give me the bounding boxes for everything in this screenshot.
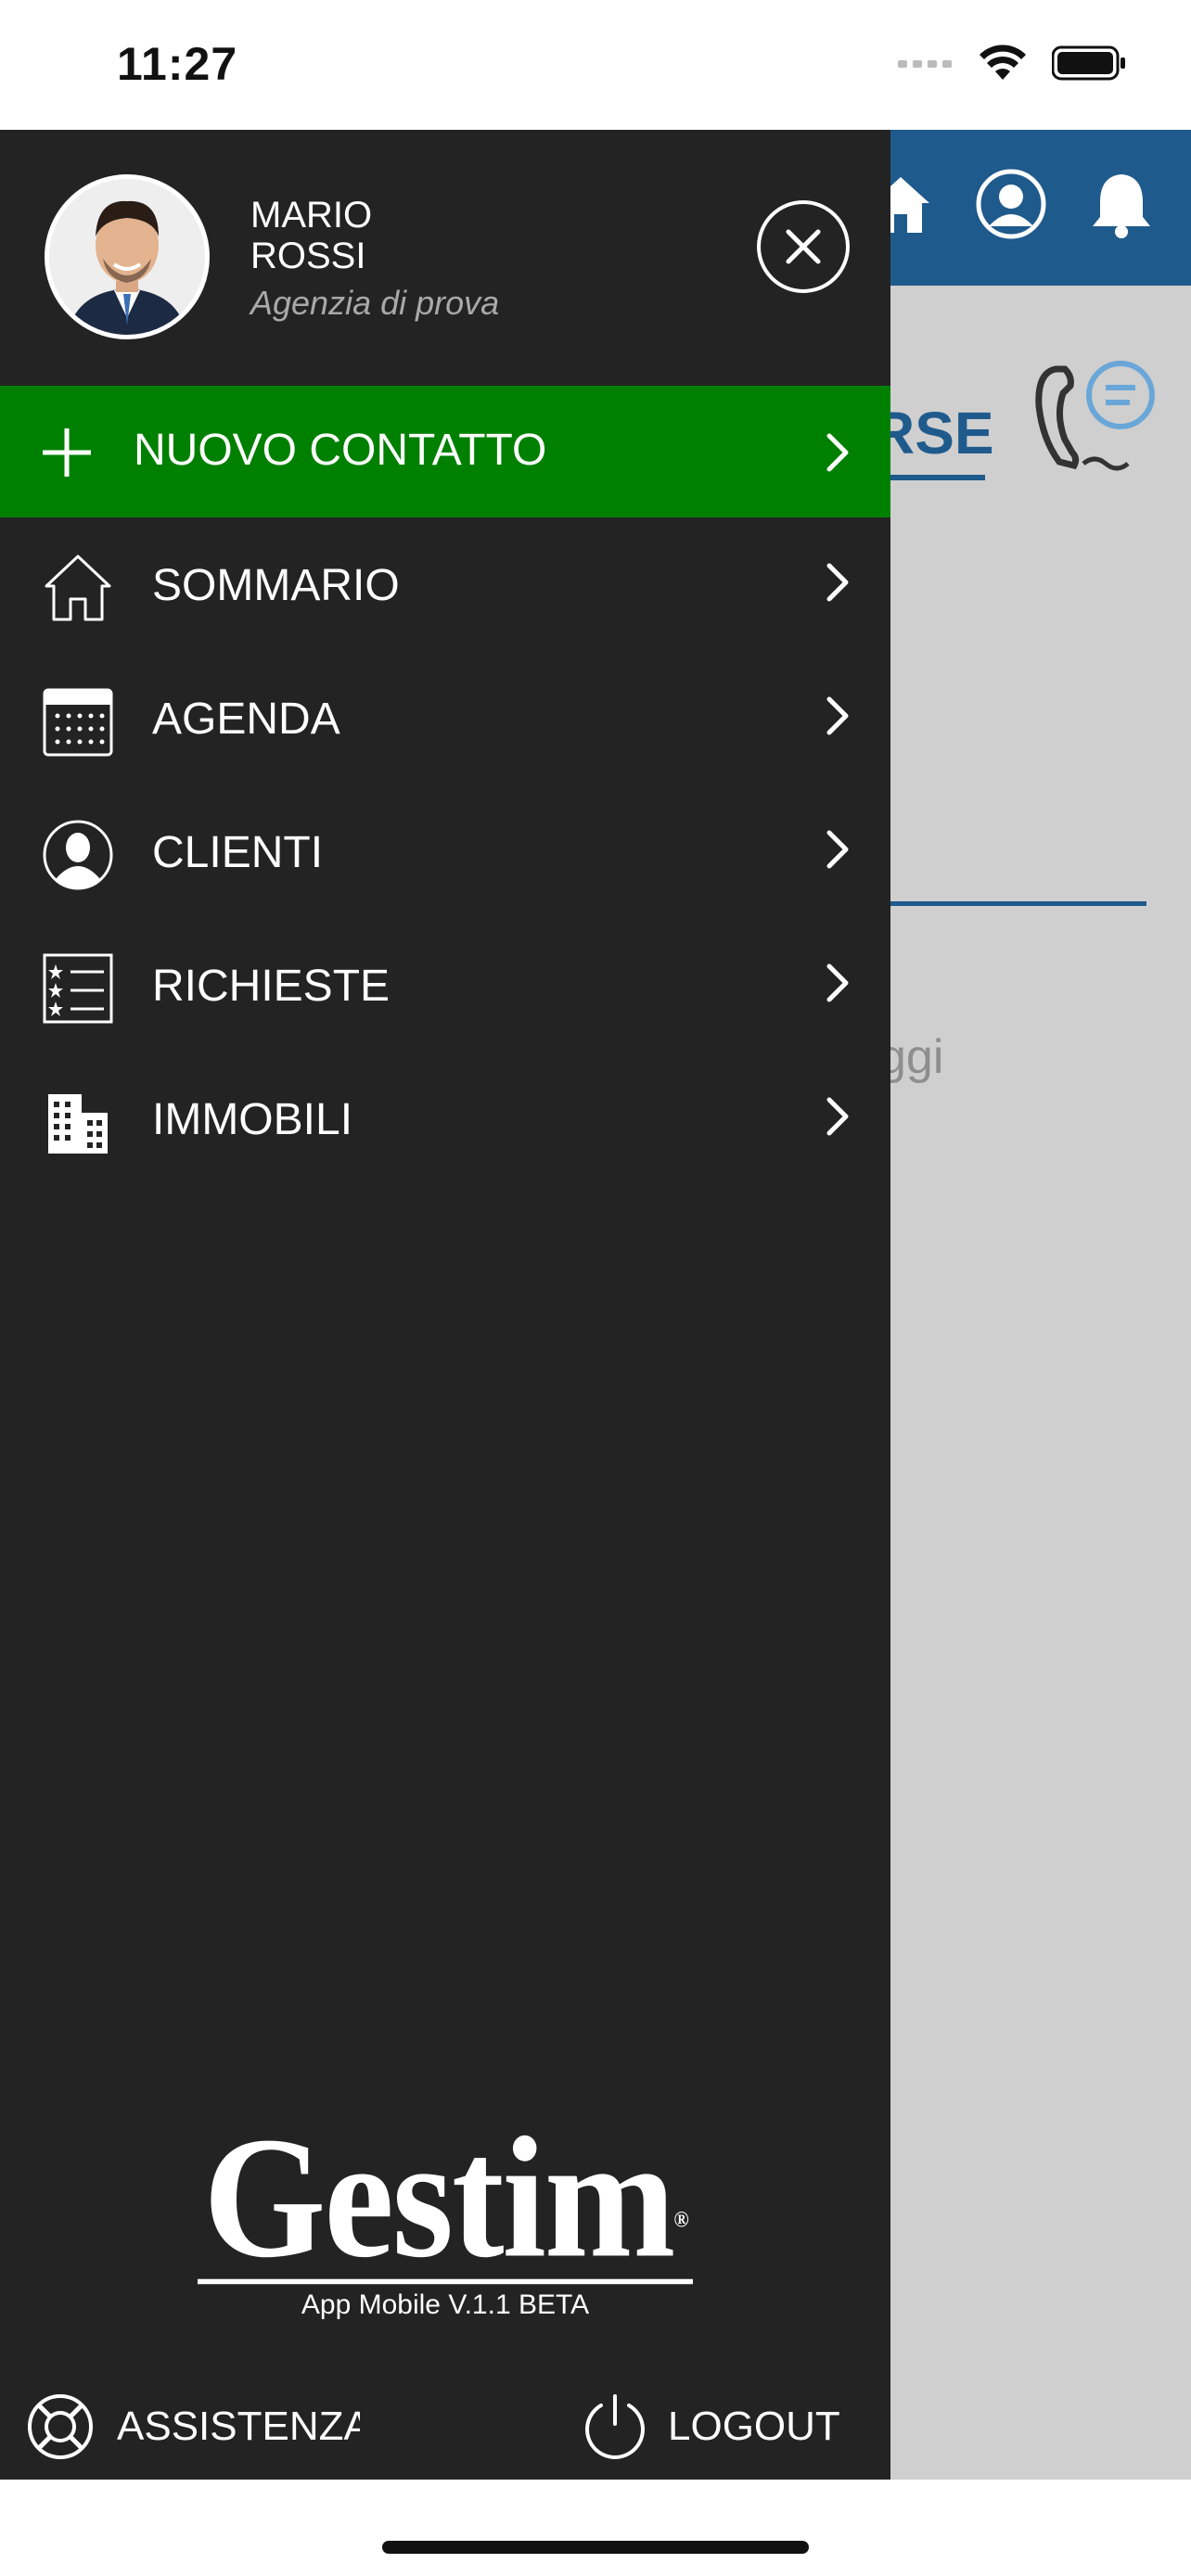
app-version: App Mobile V.1.1 BETA	[301, 2289, 590, 2320]
menu-item-immobili[interactable]: IMMOBILI	[0, 1052, 890, 1185]
assist-label: ASSISTENZA	[117, 2404, 360, 2449]
chevron-right-icon	[826, 1097, 849, 1136]
logout-label: LOGOUT	[668, 2404, 840, 2449]
bell-icon[interactable]	[1089, 169, 1154, 244]
logout-button[interactable]: LOGOUT	[581, 2392, 840, 2461]
navigation-drawer: MARIO ROSSI Agenzia di prova NUOVO CONTA…	[0, 130, 890, 2480]
brand-block: Gestim® App Mobile V.1.1 BETA	[0, 2111, 890, 2321]
background-divider	[890, 901, 1146, 906]
home-indicator[interactable]	[382, 2541, 809, 2554]
user-last-name: ROSSI	[250, 236, 366, 276]
menu-item-label: IMMOBILI	[152, 1095, 353, 1144]
wifi-icon	[978, 45, 1028, 86]
menu-item-clienti[interactable]: CLIENTI	[0, 784, 890, 918]
user-agency: Agenzia di prova	[250, 284, 500, 322]
status-time: 11:27	[117, 38, 238, 90]
menu-item-agenda[interactable]: AGENDA	[0, 651, 890, 784]
cellular-icon	[898, 57, 954, 74]
status-bar: 11:27	[0, 0, 1191, 130]
assist-button[interactable]: ASSISTENZA	[26, 2392, 360, 2461]
phone-chat-icon[interactable]	[1028, 351, 1167, 485]
menu-item-label: AGENDA	[152, 695, 340, 744]
menu-item-sommario[interactable]: SOMMARIO	[0, 517, 890, 651]
chevron-right-icon	[826, 696, 849, 735]
avatar	[45, 174, 210, 339]
user-photo-icon	[49, 179, 205, 335]
power-icon	[585, 2394, 645, 2459]
menu-item-richieste[interactable]: RICHIESTE	[0, 918, 890, 1052]
new-contact-label: NUOVO CONTATTO	[134, 426, 547, 475]
menu-item-label: RICHIESTE	[152, 962, 391, 1011]
profile-icon[interactable]	[976, 169, 1046, 244]
home-outline-icon	[45, 555, 111, 621]
chevron-right-icon	[826, 433, 849, 472]
brand-logo-text: Gestim	[203, 2101, 675, 2294]
star-list-icon	[43, 953, 113, 1024]
drawer-footer: ASSISTENZA LOGOUT	[0, 2365, 890, 2476]
new-contact-button[interactable]: NUOVO CONTATTO	[0, 386, 890, 517]
chevron-right-icon	[826, 830, 849, 869]
brand-logo: Gestim®	[198, 2111, 693, 2285]
chevron-right-icon	[826, 963, 849, 1002]
battery-icon	[1051, 45, 1126, 85]
close-drawer-button[interactable]	[757, 200, 850, 293]
plus-icon	[43, 428, 91, 477]
status-icons	[898, 45, 1126, 86]
lifebuoy-icon	[28, 2394, 93, 2459]
user-first-name: MARIO	[250, 195, 373, 236]
client-avatar-icon	[43, 820, 113, 890]
menu-item-label: CLIENTI	[152, 828, 324, 877]
registered-mark: ®	[673, 2206, 689, 2233]
building-icon	[48, 1094, 108, 1154]
user-name: MARIO ROSSI	[250, 195, 529, 276]
chevron-right-icon	[826, 563, 849, 602]
background-header-icons	[868, 169, 1154, 244]
menu-item-label: SOMMARIO	[152, 561, 400, 610]
calendar-icon	[43, 688, 113, 757]
drawer-menu: SOMMARIO AGENDA CLIENTI RICHIESTE IMMOBI…	[0, 517, 890, 1185]
close-icon	[786, 229, 821, 264]
